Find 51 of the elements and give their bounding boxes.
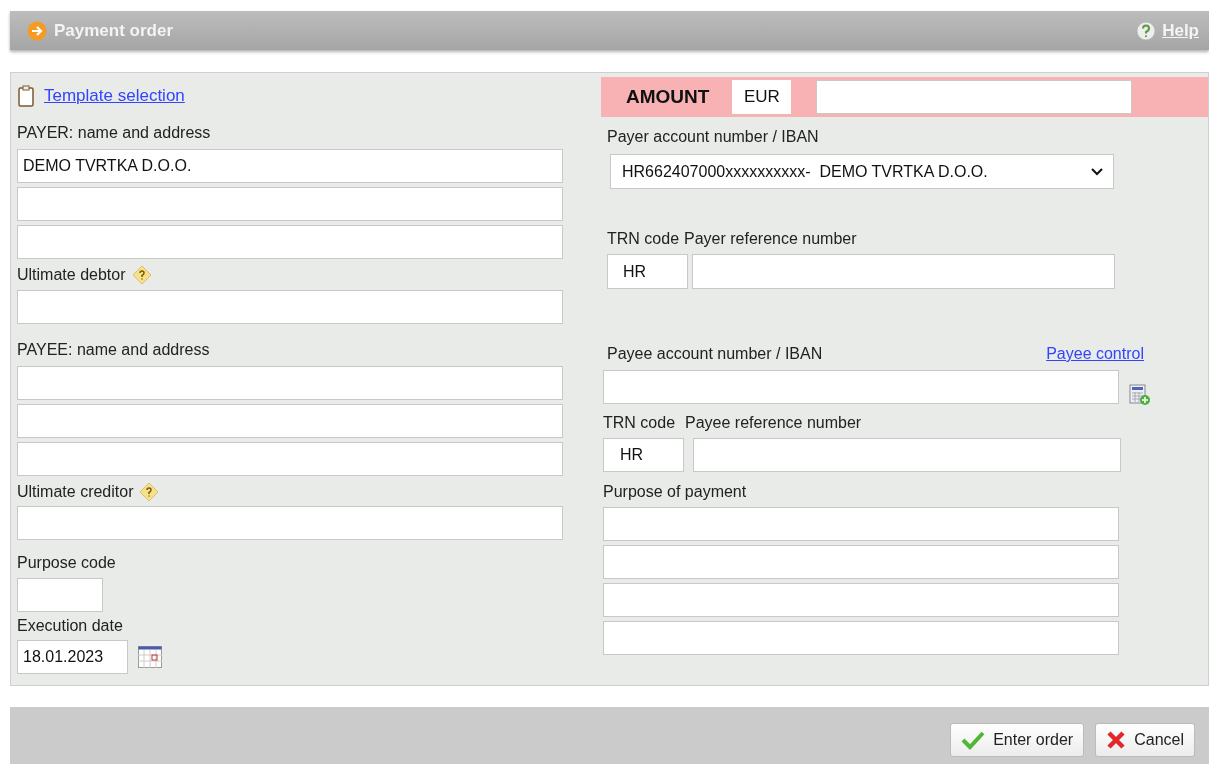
text-input-field[interactable] <box>603 370 1119 404</box>
amount-field[interactable] <box>816 80 1133 114</box>
purpose-code-field[interactable] <box>17 578 103 612</box>
currency-field: EUR <box>732 80 792 114</box>
text-input-field[interactable] <box>17 366 563 400</box>
text-input-field[interactable] <box>17 404 563 438</box>
account-select[interactable]: HR662407000xxxxxxxxxx- DEMO TVRTKA D.O.O. <box>610 154 1114 189</box>
help-hint-icon[interactable] <box>139 482 160 502</box>
text-input-field[interactable] <box>17 290 563 324</box>
text-input-field[interactable] <box>17 225 563 259</box>
close-icon <box>1106 730 1127 750</box>
field-label: Execution date <box>17 616 124 636</box>
calendar-icon[interactable] <box>138 646 162 668</box>
cancel-button[interactable]: Cancel <box>1095 723 1195 757</box>
payee-control-link[interactable]: Payee control <box>1046 344 1144 364</box>
text-input-field[interactable] <box>17 187 563 221</box>
reference-field[interactable] <box>693 438 1121 472</box>
window-title: Payment order <box>54 19 174 42</box>
date-field[interactable]: 18.01.2023 <box>17 640 128 674</box>
field-label: PAYEE: name and address <box>17 340 211 360</box>
field-label: Ultimate creditor <box>17 482 134 502</box>
text-input-field[interactable] <box>603 583 1119 617</box>
text-input-field[interactable] <box>603 545 1119 579</box>
field-label: TRN code <box>607 229 680 249</box>
field-label: Payer account number / IBAN <box>607 127 820 147</box>
checkmark-icon <box>961 730 986 750</box>
field-label: Ultimate debtor <box>17 265 126 285</box>
field-label: Purpose of payment <box>603 482 748 502</box>
clipboard-icon <box>17 85 35 107</box>
text-input-field[interactable]: DEMO TVRTKA D.O.O. <box>17 149 563 183</box>
field-label: Payer reference number <box>684 229 857 249</box>
text-input-field[interactable] <box>17 442 563 476</box>
field-label: Purpose code <box>17 553 117 573</box>
field-label: Payee reference number <box>685 413 862 433</box>
trn-code-field[interactable]: HR <box>603 438 684 472</box>
enter-order-button[interactable]: Enter order <box>950 723 1085 757</box>
field-label: TRN code <box>603 413 676 433</box>
amount-label: AMOUNT <box>626 84 710 109</box>
chevron-down-icon <box>1091 167 1103 176</box>
help-icon <box>1136 20 1157 41</box>
template-selection-link[interactable]: Template selection <box>44 83 185 109</box>
text-input-field[interactable] <box>17 506 563 540</box>
text-input-field[interactable] <box>603 507 1119 541</box>
calculator-add-icon[interactable] <box>1129 384 1151 406</box>
reference-field[interactable] <box>692 254 1115 289</box>
trn-code-field[interactable]: HR <box>607 254 688 289</box>
field-label: Payee account number / IBAN <box>607 344 823 364</box>
arrow-right-icon <box>27 20 47 41</box>
text-input-field[interactable] <box>603 621 1119 655</box>
help-hint-icon[interactable] <box>131 265 152 285</box>
field-label: PAYER: name and address <box>17 123 212 143</box>
